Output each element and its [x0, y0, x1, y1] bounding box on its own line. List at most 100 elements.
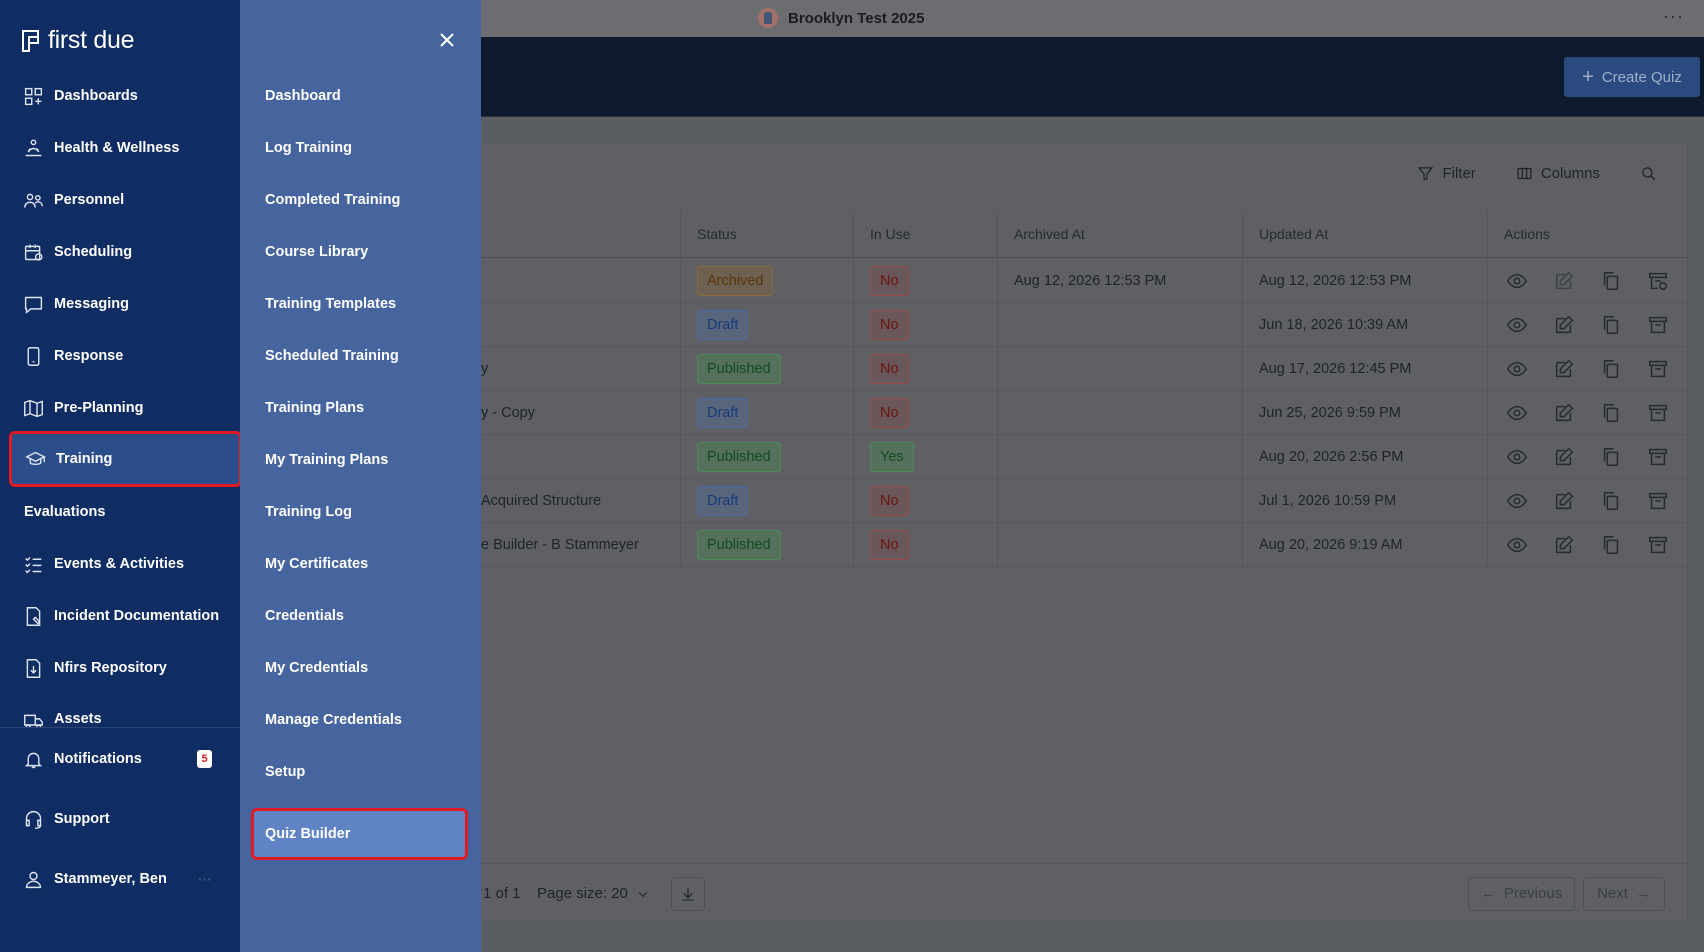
- columns-button[interactable]: Columns: [1516, 165, 1600, 182]
- submenu-item-manage-credentials[interactable]: Manage Credentials: [265, 708, 402, 732]
- submenu-item-my-training-plans[interactable]: My Training Plans: [265, 448, 388, 472]
- search-button[interactable]: [1640, 165, 1657, 182]
- archived-at-cell: [998, 390, 1243, 435]
- view-icon[interactable]: [1504, 532, 1529, 557]
- archive-icon[interactable]: [1645, 532, 1670, 557]
- submenu-item-training-plans[interactable]: Training Plans: [265, 396, 364, 420]
- updated-at-cell: Aug 17, 2026 12:45 PM: [1243, 346, 1488, 391]
- column-header-in-use[interactable]: In Use: [854, 211, 998, 257]
- table-row[interactable]: Acquired Structure Draft No Jul 1, 2026 …: [471, 478, 1689, 523]
- page-size-select[interactable]: Page size: 20: [537, 885, 650, 902]
- calendar-icon: [24, 244, 43, 261]
- status-cell: Draft: [681, 390, 854, 435]
- table-row[interactable]: e Builder - B Stammeyer Published No Aug…: [471, 522, 1689, 567]
- filter-label: Filter: [1442, 165, 1476, 182]
- sidebar-item-personnel[interactable]: Personnel: [12, 177, 236, 223]
- submenu-item-training-templates[interactable]: Training Templates: [265, 292, 396, 316]
- sidebar-item-label: Events & Activities: [54, 556, 185, 572]
- sidebar-item-messaging[interactable]: Messaging: [12, 281, 236, 327]
- column-header-name[interactable]: [471, 211, 681, 257]
- submenu-item-setup[interactable]: Setup: [265, 760, 305, 784]
- filter-icon: [1418, 167, 1434, 181]
- sidebar-item-assets[interactable]: Assets: [12, 697, 236, 727]
- in-use-badge: No: [870, 397, 909, 428]
- sidebar-item-label: Response: [54, 348, 124, 364]
- brand-logo[interactable]: first due: [20, 26, 135, 55]
- brand-name: first due: [48, 26, 135, 54]
- edit-icon[interactable]: [1551, 312, 1576, 337]
- submenu-item-my-certificates[interactable]: My Certificates: [265, 552, 368, 576]
- submenu-item-completed-training[interactable]: Completed Training: [265, 188, 400, 212]
- edit-icon[interactable]: [1551, 400, 1576, 425]
- sidebar-item-nfirs-repository[interactable]: Nfirs Repository: [12, 645, 236, 691]
- archive-icon[interactable]: [1645, 444, 1670, 469]
- sidebar-item-events-activities[interactable]: Events & Activities: [12, 541, 236, 587]
- archive-icon[interactable]: [1645, 488, 1670, 513]
- sidebar-item-incident-documentation[interactable]: Incident Documentation: [12, 593, 236, 639]
- create-quiz-button[interactable]: + Create Quiz: [1564, 57, 1700, 97]
- copy-icon[interactable]: [1598, 400, 1623, 425]
- quiz-name: y - Copy: [481, 404, 535, 421]
- edit-icon[interactable]: [1551, 356, 1576, 381]
- sidebar-item-training[interactable]: Training: [9, 431, 242, 487]
- column-header-archived-at[interactable]: Archived At: [998, 211, 1243, 257]
- view-icon[interactable]: [1504, 488, 1529, 513]
- submenu-item-dashboard[interactable]: Dashboard: [265, 84, 341, 108]
- more-horizontal-icon[interactable]: ···: [198, 871, 212, 887]
- sidebar-item-notifications[interactable]: Notifications 5: [12, 736, 236, 782]
- submenu-item-course-library[interactable]: Course Library: [265, 240, 368, 264]
- table-row[interactable]: y - Copy Draft No Jun 25, 2026 9:59 PM: [471, 390, 1689, 435]
- sidebar-item-health-wellness[interactable]: Health & Wellness: [12, 125, 236, 171]
- dashboard-icon: [24, 87, 43, 105]
- edit-icon[interactable]: [1551, 268, 1576, 293]
- copy-icon[interactable]: [1598, 268, 1623, 293]
- sidebar-item-label: Notifications: [54, 751, 142, 767]
- column-header-status[interactable]: Status: [681, 211, 854, 257]
- sidebar-item-scheduling[interactable]: Scheduling: [12, 229, 236, 275]
- table-row[interactable]: Archived No Aug 12, 2026 12:53 PM Aug 12…: [471, 258, 1689, 303]
- sidebar-item-dashboards[interactable]: Dashboards: [12, 73, 236, 119]
- view-icon[interactable]: [1504, 312, 1529, 337]
- previous-page-button[interactable]: ← Previous: [1468, 876, 1575, 911]
- table-row[interactable]: Draft No Jun 18, 2026 10:39 AM: [471, 302, 1689, 347]
- copy-icon[interactable]: [1598, 356, 1623, 381]
- view-icon[interactable]: [1504, 400, 1529, 425]
- submenu-item-credentials[interactable]: Credentials: [265, 604, 344, 628]
- copy-icon[interactable]: [1598, 444, 1623, 469]
- archive-icon[interactable]: [1645, 312, 1670, 337]
- quiz-name-cell: e Builder - B Stammeyer: [471, 522, 681, 567]
- view-icon[interactable]: [1504, 356, 1529, 381]
- sidebar-item-evaluations[interactable]: Evaluations: [12, 489, 236, 535]
- sidebar-item-response[interactable]: Response: [12, 333, 236, 379]
- copy-icon[interactable]: [1598, 532, 1623, 557]
- submenu-item-quiz-builder[interactable]: Quiz Builder: [251, 808, 468, 860]
- edit-icon[interactable]: [1551, 532, 1576, 557]
- download-button[interactable]: [671, 876, 705, 911]
- copy-icon[interactable]: [1598, 488, 1623, 513]
- edit-icon[interactable]: [1551, 444, 1576, 469]
- next-page-button[interactable]: Next →: [1583, 876, 1665, 911]
- status-badge: Published: [697, 529, 781, 560]
- table-row[interactable]: y Published No Aug 17, 2026 12:45 PM: [471, 346, 1689, 391]
- submenu-item-log-training[interactable]: Log Training: [265, 136, 352, 160]
- view-icon[interactable]: [1504, 444, 1529, 469]
- archive-icon[interactable]: [1645, 356, 1670, 381]
- archive-icon[interactable]: [1645, 400, 1670, 425]
- more-options-icon[interactable]: ···: [1663, 6, 1684, 27]
- submenu-item-training-log[interactable]: Training Log: [265, 500, 352, 524]
- submenu-item-my-credentials[interactable]: My Credentials: [265, 656, 368, 680]
- column-header-updated-at[interactable]: Updated At: [1243, 211, 1488, 257]
- table-footer: 1 of 1 Page size: 20 ← Previous Next →: [471, 863, 1689, 923]
- quiz-name: e Builder - B Stammeyer: [481, 536, 639, 553]
- submenu-item-scheduled-training[interactable]: Scheduled Training: [265, 344, 399, 368]
- copy-icon[interactable]: [1598, 312, 1623, 337]
- sidebar-item-support[interactable]: Support: [12, 796, 236, 842]
- edit-icon[interactable]: [1551, 488, 1576, 513]
- view-icon[interactable]: [1504, 268, 1529, 293]
- close-submenu-button[interactable]: [435, 28, 459, 52]
- sidebar-item-pre-planning[interactable]: Pre-Planning: [12, 385, 236, 431]
- filter-button[interactable]: Filter: [1417, 165, 1476, 182]
- restore-icon[interactable]: [1645, 268, 1670, 293]
- table-row[interactable]: Published Yes Aug 20, 2026 2:56 PM: [471, 434, 1689, 479]
- user-profile[interactable]: Stammeyer, Ben ···: [12, 856, 236, 902]
